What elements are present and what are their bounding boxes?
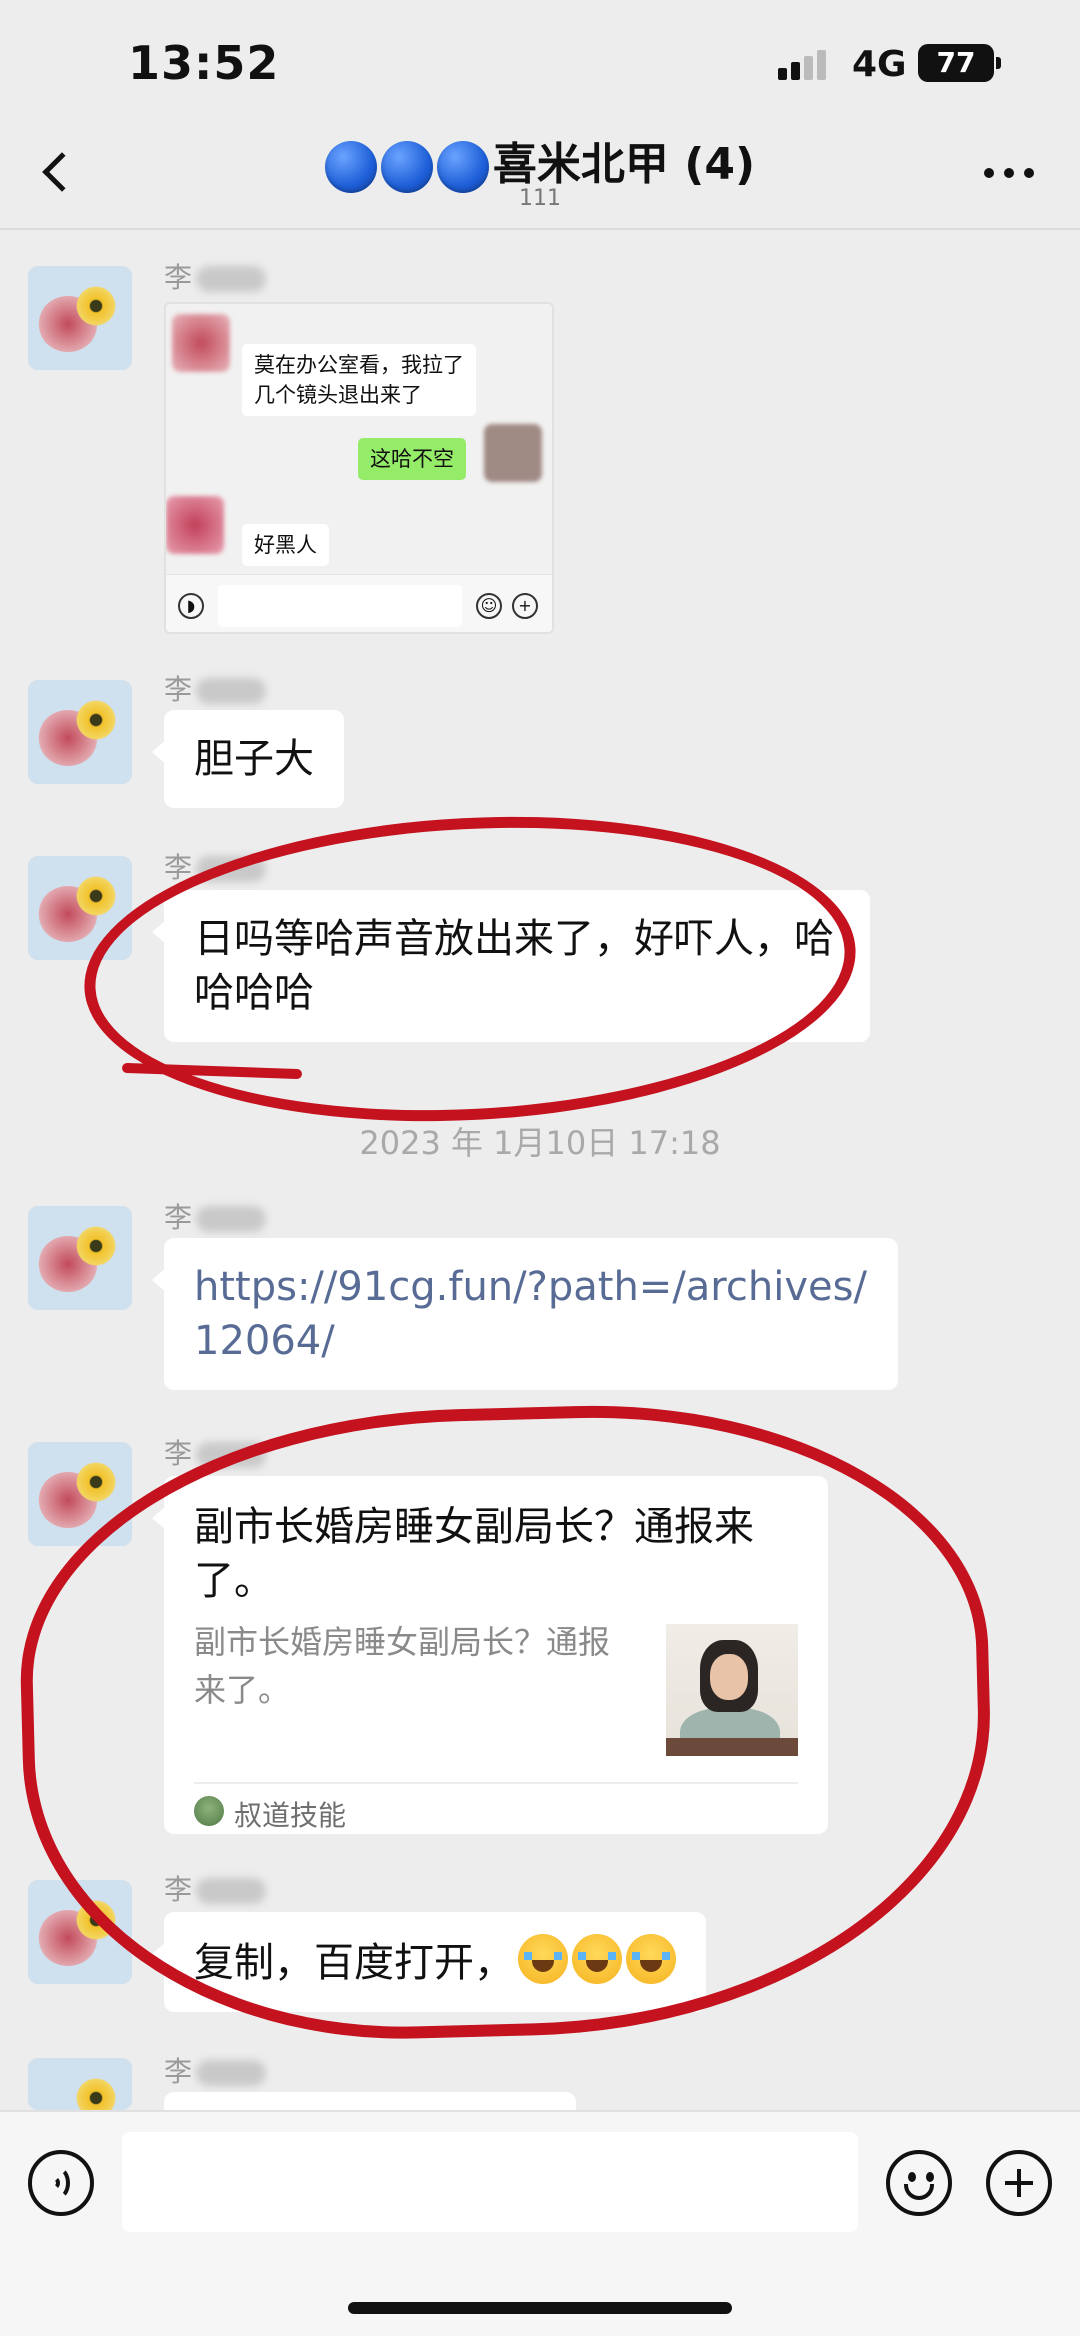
- signal-icon: [778, 50, 836, 80]
- message-bubble[interactable]: [164, 2092, 576, 2110]
- chat-title: 喜米北甲 (4): [0, 128, 1080, 193]
- message-bubble[interactable]: 胆子大: [152, 710, 344, 808]
- avatar[interactable]: [28, 266, 132, 370]
- sender-name: 李: [164, 256, 267, 296]
- voice-button[interactable]: [28, 2150, 94, 2216]
- sender-name: 李: [164, 1196, 267, 1236]
- battery-icon: 77: [918, 44, 1001, 82]
- image-chat-line: 莫在办公室看，我拉了 几个镜头退出来了: [242, 344, 476, 416]
- avatar[interactable]: [28, 2058, 132, 2110]
- plus-icon: +: [512, 593, 538, 619]
- status-time: 13:52: [128, 36, 280, 90]
- network-type: 4G: [852, 44, 907, 85]
- chat-title-text: 喜米北甲 (4): [492, 139, 756, 190]
- voice-icon: ◗: [178, 593, 204, 619]
- image-message[interactable]: 莫在办公室看，我拉了 几个镜头退出来了 这哈不空 好黑人 ◗ ☺ +: [164, 302, 554, 634]
- sender-name: 李: [164, 2050, 267, 2090]
- avatar[interactable]: [28, 680, 132, 784]
- emoji-icon: ☺: [476, 593, 502, 619]
- message-input[interactable]: [122, 2132, 858, 2232]
- more-button[interactable]: [984, 168, 1034, 182]
- divider: [0, 228, 1080, 230]
- annotation-circle: [13, 1395, 999, 2049]
- add-button[interactable]: [986, 2150, 1052, 2216]
- sender-name: 李: [164, 668, 267, 708]
- timestamp: 2023 年 1月10日 17:18: [359, 1124, 721, 1162]
- link-message[interactable]: https://91cg.fun/?path=/archives/12064/: [152, 1238, 898, 1390]
- chat-subtitle: 111: [519, 186, 561, 211]
- emoji-button[interactable]: [886, 2150, 952, 2216]
- image-chat-line: 这哈不空: [358, 438, 466, 480]
- avatar[interactable]: [28, 1206, 132, 1310]
- image-chat-line: 好黑人: [242, 524, 329, 566]
- home-indicator[interactable]: [348, 2302, 732, 2314]
